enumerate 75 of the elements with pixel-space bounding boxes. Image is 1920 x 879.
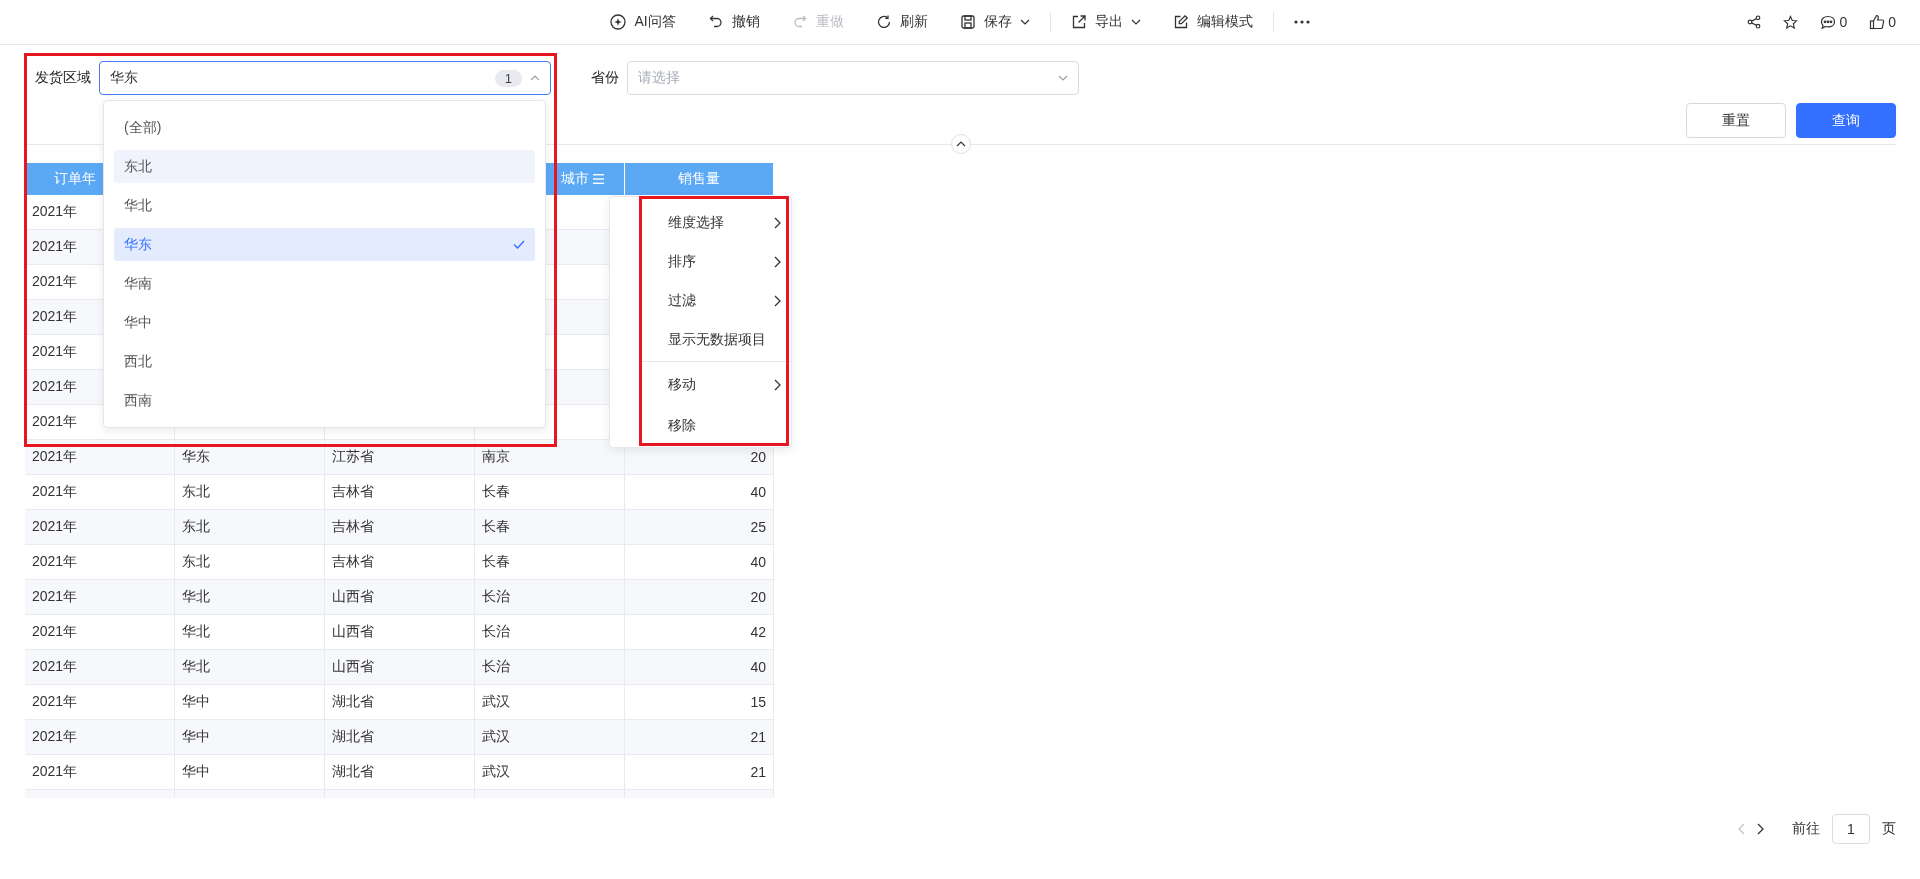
chevron-right-icon xyxy=(774,216,781,229)
dropdown-option[interactable]: 华东 xyxy=(114,228,535,261)
star-icon xyxy=(1783,14,1799,30)
toolbar-button[interactable]: 保存 xyxy=(943,9,1046,35)
export-icon xyxy=(1070,14,1087,30)
table-cell: 湖北省 xyxy=(325,720,475,755)
menu-item[interactable]: 维度选择 xyxy=(642,203,791,242)
table-cell: 2021年 xyxy=(25,650,175,685)
sparkle-icon xyxy=(610,14,627,30)
share-icon xyxy=(1747,15,1762,29)
like-button[interactable]: 0 xyxy=(1869,14,1896,30)
menu-item[interactable]: 移动 xyxy=(642,361,791,406)
check-icon xyxy=(513,240,525,249)
table-cell: 长治 xyxy=(475,650,625,685)
comment-icon xyxy=(1820,14,1837,30)
thumbs-up-icon xyxy=(1869,14,1886,30)
menu-item[interactable]: 排序 xyxy=(642,242,791,281)
share-button[interactable] xyxy=(1747,15,1762,29)
menu-item[interactable]: 显示无数据项目 xyxy=(642,320,791,359)
dropdown-option[interactable]: 东北 xyxy=(114,150,535,183)
chevron-left-icon xyxy=(1738,823,1745,835)
table-cell: 20 xyxy=(625,580,774,615)
toolbar-button[interactable]: 编辑模式 xyxy=(1156,9,1269,35)
table-cell: 2021年 xyxy=(25,510,175,545)
chevron-right-icon xyxy=(774,255,781,268)
table-cell: 东北 xyxy=(175,510,325,545)
table-cell: 华北 xyxy=(175,580,325,615)
caret-icon xyxy=(1130,19,1141,25)
caret-up-icon xyxy=(955,141,966,147)
table-cell: 武汉 xyxy=(475,720,625,755)
table-cell: 长春 xyxy=(475,510,625,545)
count-badge: 1 xyxy=(494,69,522,87)
table-cell: 21 xyxy=(625,720,774,755)
chevron-right-icon xyxy=(774,294,781,307)
table-cell: 华中 xyxy=(175,720,325,755)
table-cell: 吉林省 xyxy=(325,510,475,545)
collapse-toggle[interactable] xyxy=(950,134,971,154)
goto-label: 前往 xyxy=(1792,820,1820,838)
page-unit-label: 页 xyxy=(1882,820,1896,838)
reset-button[interactable]: 重置 xyxy=(1686,103,1786,138)
table-cell: 华北 xyxy=(175,650,325,685)
table-cell: 山西省 xyxy=(325,650,475,685)
edit-icon xyxy=(1172,14,1189,30)
caret-icon xyxy=(1019,19,1030,25)
menu-icon xyxy=(593,174,604,184)
comment-button[interactable]: 0 xyxy=(1820,14,1848,30)
dropdown-option[interactable]: (全部) xyxy=(114,111,535,144)
filter-label: 发货区域 xyxy=(35,69,91,87)
more-icon xyxy=(1293,20,1310,24)
table-cell: 长治 xyxy=(475,580,625,615)
table-cell: 40 xyxy=(625,650,774,685)
refresh-icon xyxy=(875,14,892,30)
favorite-button[interactable] xyxy=(1783,14,1799,30)
table-cell: 南京 xyxy=(475,440,625,475)
table-cell: 山西省 xyxy=(325,580,475,615)
next-page-button[interactable] xyxy=(1757,823,1764,835)
caret-up-icon xyxy=(530,75,540,81)
toolbar-button[interactable]: 撤销 xyxy=(691,9,776,35)
toolbar-button[interactable]: AI问答 xyxy=(594,9,692,35)
toolbar-button[interactable]: 导出 xyxy=(1054,9,1157,35)
chevron-right-icon xyxy=(1757,823,1764,835)
redo-icon xyxy=(791,14,808,30)
filter-label: 省份 xyxy=(591,69,619,87)
chevron-right-icon xyxy=(774,379,781,391)
caret-down-icon xyxy=(1058,75,1068,81)
table-cell: 25 xyxy=(625,510,774,545)
undo-icon xyxy=(707,14,724,30)
column-header: 销售量 xyxy=(625,163,774,195)
toolbar-button[interactable]: 刷新 xyxy=(859,9,944,35)
menu-item[interactable]: 过滤 xyxy=(642,281,791,320)
page-input[interactable]: 1 xyxy=(1832,814,1870,844)
table-cell: 2021年 xyxy=(25,580,175,615)
query-button[interactable]: 查询 xyxy=(1796,103,1896,138)
select-field[interactable]: 华东 1 xyxy=(99,61,551,95)
table-cell: 2021年 xyxy=(25,720,175,755)
